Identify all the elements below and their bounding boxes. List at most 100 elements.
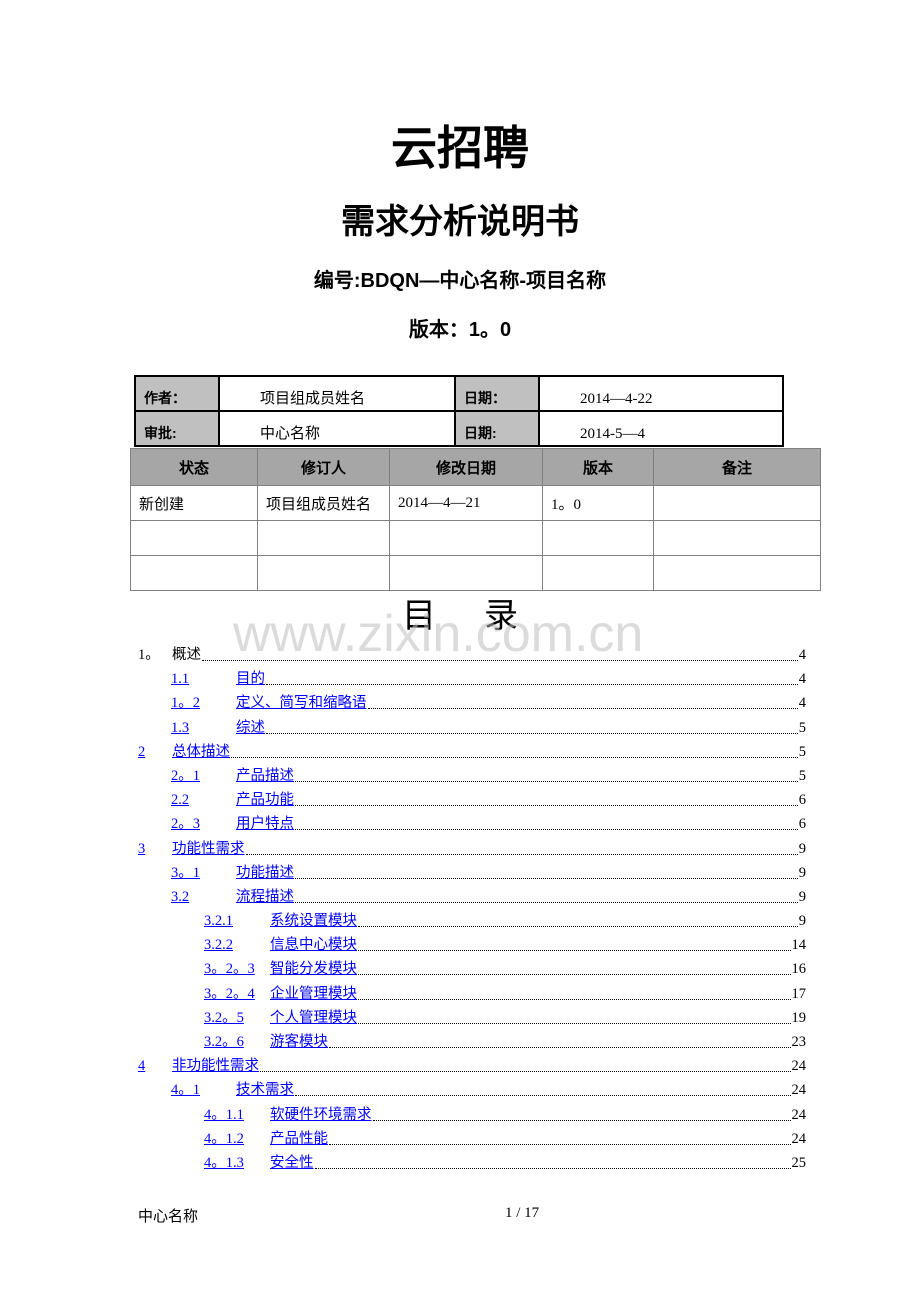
toc-entry-label[interactable]: 用户特点 bbox=[236, 813, 294, 835]
toc-number-link: 1。 bbox=[138, 647, 160, 663]
cell-modify-date bbox=[389, 555, 543, 591]
toc-entry[interactable]: 4。1.3 安全性 25 bbox=[138, 1152, 806, 1176]
toc-entry-label[interactable]: 信息中心模块 bbox=[270, 934, 357, 956]
toc-entry-number[interactable]: 1.3 bbox=[171, 717, 236, 739]
toc-entry-number[interactable]: 3.2。6 bbox=[204, 1031, 270, 1053]
toc-entry[interactable]: 1.3 综述 5 bbox=[138, 717, 806, 741]
toc-entry-number[interactable]: 3.2。5 bbox=[204, 1007, 270, 1029]
toc-number-link[interactable]: 3.2.2 bbox=[204, 937, 233, 953]
toc-entry-number[interactable]: 1.1 bbox=[171, 668, 236, 690]
toc-entry-label[interactable]: 企业管理模块 bbox=[270, 983, 357, 1005]
toc-number-link[interactable]: 3.2 bbox=[171, 889, 189, 905]
toc-entry[interactable]: 3.2。5 个人管理模块 19 bbox=[138, 1007, 806, 1031]
toc-number-link[interactable]: 2.2 bbox=[171, 792, 189, 808]
toc-entry-label[interactable]: 产品描述 bbox=[236, 765, 294, 787]
toc-number-link[interactable]: 3.2。6 bbox=[204, 1034, 244, 1050]
toc-number-link[interactable]: 3.2.1 bbox=[204, 913, 233, 929]
toc-number-link[interactable]: 3 bbox=[138, 841, 145, 857]
toc-number-link[interactable]: 3。2。3 bbox=[204, 961, 255, 977]
toc-entry-number[interactable]: 4。1.3 bbox=[204, 1152, 270, 1174]
toc-number-link[interactable]: 3。2。4 bbox=[204, 986, 255, 1002]
toc-entry-label[interactable]: 综述 bbox=[236, 717, 265, 739]
toc-number-link[interactable]: 4。1 bbox=[171, 1082, 200, 1098]
author-value: 项目组成员姓名 bbox=[218, 375, 456, 412]
toc-entry[interactable]: 3。1 功能描述 9 bbox=[138, 862, 806, 886]
toc-number-link[interactable]: 4。1.3 bbox=[204, 1155, 244, 1171]
toc-entry[interactable]: 4 非功能性需求 24 bbox=[138, 1055, 806, 1079]
toc-number-link[interactable]: 1。2 bbox=[171, 695, 200, 711]
toc-entry-page: 17 bbox=[791, 985, 807, 1002]
cell-version bbox=[542, 555, 654, 591]
table-row: 新创建 项目组成员姓名 2014—4—21 1。0 bbox=[130, 485, 821, 521]
toc-entry-label[interactable]: 非功能性需求 bbox=[172, 1055, 259, 1077]
cell-reviser bbox=[257, 555, 390, 591]
toc-entry-label[interactable]: 智能分发模块 bbox=[270, 958, 357, 980]
toc-number-link[interactable]: 1.3 bbox=[171, 720, 189, 736]
toc-entry-page: 24 bbox=[791, 1058, 807, 1075]
toc-entry-number[interactable]: 3。1 bbox=[171, 862, 236, 884]
toc-entry-number[interactable]: 3.2.2 bbox=[204, 934, 270, 956]
toc-entry-number[interactable]: 3。2。3 bbox=[204, 958, 270, 980]
toc-leader-dots bbox=[266, 671, 798, 686]
toc-entry-page: 4 bbox=[798, 671, 806, 688]
toc-entry[interactable]: 3.2.1 系统设置模块 9 bbox=[138, 910, 806, 934]
toc-entry-number[interactable]: 3。2。4 bbox=[204, 983, 270, 1005]
toc-entry-label[interactable]: 技术需求 bbox=[236, 1079, 294, 1101]
toc-entry-label[interactable]: 目的 bbox=[236, 668, 265, 690]
toc-number-link[interactable]: 3.2。5 bbox=[204, 1010, 244, 1026]
toc-entry[interactable]: 1.1 目的 4 bbox=[138, 668, 806, 692]
author-label: 作者： bbox=[134, 375, 220, 412]
toc-entry-number[interactable]: 3.2 bbox=[171, 886, 236, 908]
toc-number-link[interactable]: 4 bbox=[138, 1058, 145, 1074]
toc-entry-label[interactable]: 游客模块 bbox=[270, 1031, 328, 1053]
toc-entry-label[interactable]: 安全性 bbox=[270, 1152, 314, 1174]
toc-entry[interactable]: 2。3 用户特点 6 bbox=[138, 813, 806, 837]
toc-entry[interactable]: 3.2 流程描述 9 bbox=[138, 886, 806, 910]
toc-number-link[interactable]: 2 bbox=[138, 744, 145, 760]
toc-entry-number[interactable]: 2。1 bbox=[171, 765, 236, 787]
toc-entry-number[interactable]: 3.2.1 bbox=[204, 910, 270, 932]
toc-entry-label[interactable]: 功能性需求 bbox=[172, 838, 245, 860]
toc-entry[interactable]: 4。1 技术需求 24 bbox=[138, 1079, 806, 1103]
toc-entry-page: 9 bbox=[798, 913, 806, 930]
toc-entry-number[interactable]: 4。1.1 bbox=[204, 1104, 270, 1126]
toc-entry-label[interactable]: 产品性能 bbox=[270, 1128, 328, 1150]
toc-entry-label[interactable]: 系统设置模块 bbox=[270, 910, 357, 932]
cell-status bbox=[130, 555, 258, 591]
toc-entry[interactable]: 3.2。6 游客模块 23 bbox=[138, 1031, 806, 1055]
toc-number-link[interactable]: 1.1 bbox=[171, 671, 189, 687]
toc-entry[interactable]: 3。2。4 企业管理模块 17 bbox=[138, 983, 806, 1007]
toc-number-link[interactable]: 4。1.2 bbox=[204, 1131, 244, 1147]
toc-entry-page: 9 bbox=[798, 888, 806, 905]
toc-entry-number[interactable]: 2.2 bbox=[171, 789, 236, 811]
toc-entry-label[interactable]: 流程描述 bbox=[236, 886, 294, 908]
toc-entry[interactable]: 3 功能性需求 9 bbox=[138, 838, 806, 862]
toc-entry[interactable]: 2 总体描述 5 bbox=[138, 741, 806, 765]
toc-number-link[interactable]: 3。1 bbox=[171, 865, 200, 881]
toc-entry[interactable]: 4。1.2 产品性能 24 bbox=[138, 1128, 806, 1152]
toc-entry[interactable]: 3.2.2 信息中心模块 14 bbox=[138, 934, 806, 958]
toc-entry[interactable]: 4。1.1 软硬件环境需求 24 bbox=[138, 1104, 806, 1128]
header-reviser: 修订人 bbox=[257, 448, 390, 486]
toc-entry-label[interactable]: 软硬件环境需求 bbox=[270, 1104, 372, 1126]
toc-entry-label[interactable]: 产品功能 bbox=[236, 789, 294, 811]
approver-date-value: 2014-5—4 bbox=[538, 410, 784, 447]
toc-entry-number[interactable]: 4。1.2 bbox=[204, 1128, 270, 1150]
toc-entry-number[interactable]: 4 bbox=[138, 1055, 172, 1077]
toc-number-link[interactable]: 2。1 bbox=[171, 768, 200, 784]
toc-entry-number[interactable]: 3 bbox=[138, 838, 172, 860]
toc-entry[interactable]: 2.2 产品功能 6 bbox=[138, 789, 806, 813]
toc-entry[interactable]: 1。2 定义、简写和缩略语 4 bbox=[138, 692, 806, 716]
toc-entry[interactable]: 2。1 产品描述 5 bbox=[138, 765, 806, 789]
toc-number-link[interactable]: 4。1.1 bbox=[204, 1107, 244, 1123]
toc-number-link[interactable]: 2。3 bbox=[171, 816, 200, 832]
toc-entry-number[interactable]: 4。1 bbox=[171, 1079, 236, 1101]
toc-entry-label[interactable]: 个人管理模块 bbox=[270, 1007, 357, 1029]
toc-entry[interactable]: 3。2。3 智能分发模块 16 bbox=[138, 958, 806, 982]
toc-entry-label[interactable]: 定义、简写和缩略语 bbox=[236, 692, 367, 714]
toc-entry-number[interactable]: 2。3 bbox=[171, 813, 236, 835]
toc-entry-label[interactable]: 功能描述 bbox=[236, 862, 294, 884]
toc-entry-number[interactable]: 1。2 bbox=[171, 692, 236, 714]
toc-entry-label[interactable]: 总体描述 bbox=[172, 741, 230, 763]
toc-entry-number[interactable]: 2 bbox=[138, 741, 172, 763]
